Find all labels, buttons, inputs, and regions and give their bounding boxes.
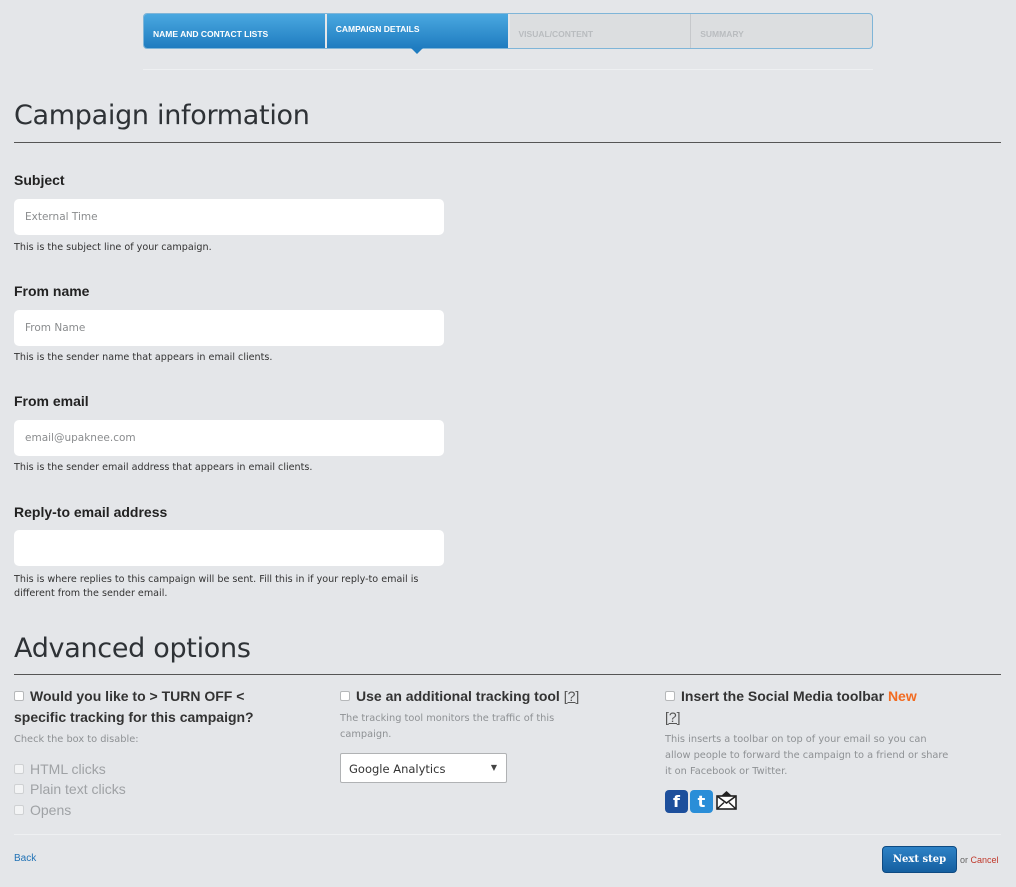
from-email-label: From email [14,393,89,409]
tracking-tool-help-link[interactable]: [?] [564,688,580,704]
from-email-input[interactable] [14,420,444,456]
reply-to-help: This is where replies to this campaign w… [14,574,419,599]
footer-divider [14,834,1001,835]
advanced-options-rule [14,674,1001,675]
from-name-input[interactable] [14,310,444,346]
social-toolbar-checkbox[interactable] [665,691,675,701]
reply-to-input[interactable] [14,530,444,566]
subject-label: Subject [14,172,65,188]
html-clicks-option: HTML clicks [14,761,106,777]
facebook-icon: f [665,790,688,813]
html-clicks-label: HTML clicks [30,761,106,777]
campaign-info-heading: Campaign information [14,100,310,131]
social-toolbar-title: Insert the Social Media toolbar [681,688,885,704]
forward-email-icon [715,790,738,813]
from-name-label: From name [14,283,90,299]
step-summary[interactable]: SUMMARY [691,14,872,48]
html-clicks-checkbox[interactable] [14,764,24,774]
step-name-and-contact-lists[interactable]: NAME AND CONTACT LISTS [144,14,327,48]
tracking-tool-selected-value: Google Analytics [349,762,446,776]
twitter-icon: t [690,790,713,813]
opens-checkbox[interactable] [14,805,24,815]
tracking-tool-checkbox[interactable] [340,691,350,701]
plain-text-clicks-label: Plain text clicks [30,781,126,797]
from-email-help: This is the sender email address that ap… [14,462,313,473]
new-badge: New [887,688,917,704]
next-step-button[interactable]: Next step [882,846,957,873]
tracking-tool-title: Use an additional tracking tool [356,688,560,704]
tracking-off-title: Would you like to > TURN OFF < specific … [14,688,254,725]
tracking-tool-option: Use an additional tracking tool [?] [340,686,630,707]
social-icons: f t [665,790,738,813]
wizard-steps: NAME AND CONTACT LISTS CAMPAIGN DETAILS … [143,13,873,54]
from-name-help: This is the sender name that appears in … [14,352,273,363]
back-link[interactable]: Back [14,853,36,864]
reply-to-label: Reply-to email address [14,504,168,520]
campaign-info-rule [14,142,1001,143]
plain-text-clicks-option: Plain text clicks [14,781,126,797]
tracking-off-checkbox[interactable] [14,691,24,701]
subject-input[interactable] [14,199,444,235]
plain-text-clicks-checkbox[interactable] [14,784,24,794]
chevron-down-icon: ▼ [490,763,497,772]
tracking-tool-sub: The tracking tool monitors the traffic o… [340,713,555,740]
cancel-link[interactable]: Cancel [971,855,999,865]
social-toolbar-option: Insert the Social Media toolbar New [?] [665,686,955,728]
wizard-divider [143,69,873,70]
tracking-tool-select[interactable]: Google Analytics ▼ [340,753,507,783]
social-toolbar-sub: This inserts a toolbar on top of your em… [665,734,949,777]
tracking-off-sub: Check the box to disable: [14,734,139,745]
or-text: or [960,855,969,865]
or-cancel: or Cancel [960,855,999,865]
opens-label: Opens [30,802,72,818]
tracking-off-option: Would you like to > TURN OFF < specific … [14,686,284,728]
step-visual-content[interactable]: VISUAL/CONTENT [510,14,692,48]
subject-help: This is the subject line of your campaig… [14,242,212,253]
social-toolbar-help-link[interactable]: [?] [665,709,681,725]
step-campaign-details[interactable]: CAMPAIGN DETAILS [326,14,510,54]
opens-option: Opens [14,802,71,818]
advanced-options-heading: Advanced options [14,633,251,664]
